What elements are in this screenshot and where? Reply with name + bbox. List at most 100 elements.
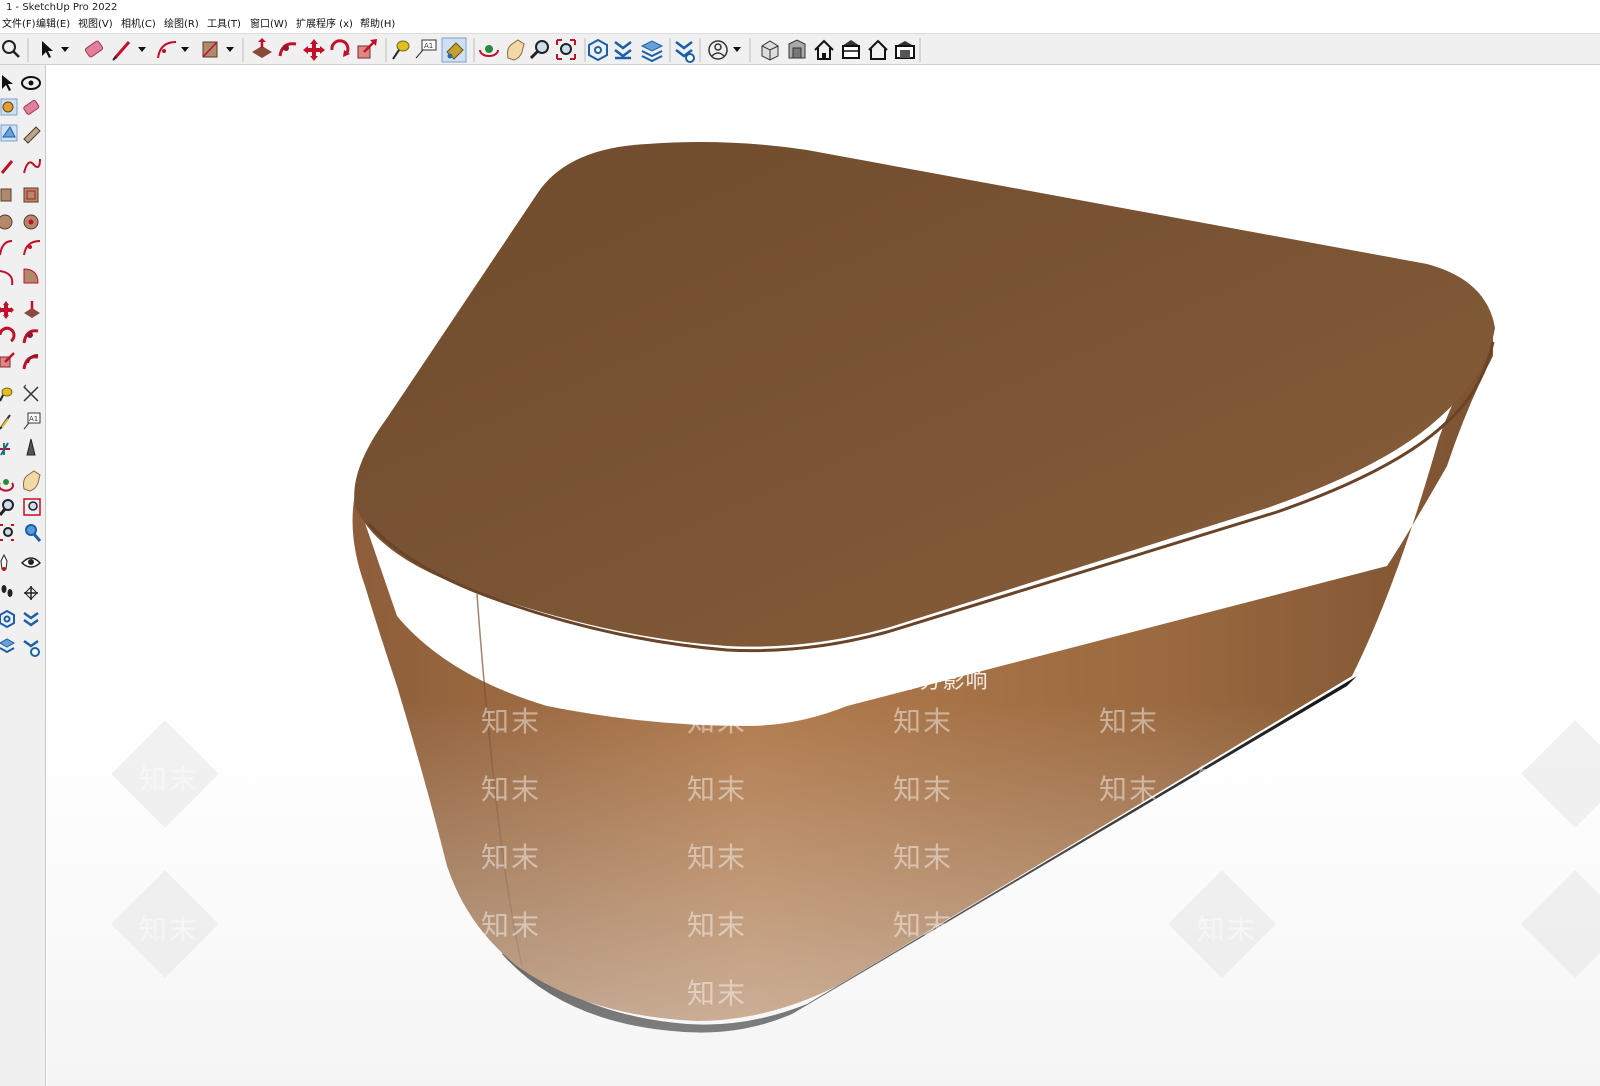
menu-draw[interactable]: 绘图(R) (164, 16, 199, 33)
follow-me-icon[interactable] (22, 329, 39, 344)
move-icon[interactable] (303, 39, 325, 61)
rectangle-icon[interactable] (0, 188, 12, 202)
zoom-icon[interactable] (2, 40, 20, 58)
watermark-text: 知末 (1099, 705, 1160, 738)
axes-icon[interactable] (0, 442, 10, 456)
rotate-icon[interactable] (330, 39, 350, 57)
account-icon[interactable] (708, 40, 728, 60)
layers-icon[interactable] (640, 40, 664, 63)
scale-icon[interactable] (0, 352, 15, 368)
watermark-fade-area (47, 700, 1600, 1086)
tag-icon[interactable] (23, 126, 41, 144)
extension-manager-icon[interactable] (675, 41, 695, 63)
arc-icon[interactable] (0, 240, 13, 256)
paint-bucket-icon[interactable] (441, 37, 467, 63)
home-view-icon[interactable] (814, 39, 834, 60)
rectangle-icon[interactable] (202, 41, 218, 58)
rotated-rectangle-icon[interactable] (23, 187, 39, 203)
house-view-icon[interactable] (868, 39, 888, 60)
menu-tools[interactable]: 工具(T) (207, 16, 241, 33)
svg-text:A1: A1 (424, 42, 433, 50)
menu-camera[interactable]: 相机(C) (121, 16, 156, 33)
materials-icon[interactable] (0, 124, 18, 142)
zoom-icon[interactable] (0, 499, 14, 516)
zoom-extents-icon[interactable] (0, 524, 14, 541)
eraser-icon[interactable] (23, 99, 40, 115)
pencil-line-icon[interactable] (112, 41, 131, 61)
walk-icon[interactable] (1, 585, 13, 597)
menu-extensions[interactable]: 扩展程序 (x) (296, 16, 353, 33)
watermark-text: 知末 (893, 705, 954, 738)
text-icon[interactable]: A1 (23, 412, 41, 430)
section-plane-icon[interactable] (0, 479, 14, 492)
svg-text:A1: A1 (29, 415, 38, 423)
select-icon[interactable] (2, 75, 13, 91)
model-viewport[interactable]: 水印保护区 画质会受到部分影响 知末 知末 知末 知末 知末 知末 知末 知末 … (47, 66, 1600, 1086)
tape-measure-icon[interactable] (0, 387, 13, 402)
watermark-text: 知末 (1197, 763, 1258, 796)
warehouse-icon[interactable] (0, 609, 15, 629)
menu-help[interactable]: 帮助(H) (360, 16, 395, 33)
watermark-text: 知末 (1197, 913, 1258, 946)
two-point-arc-icon[interactable] (0, 270, 14, 286)
iso-view-icon[interactable] (761, 40, 779, 61)
front-view-icon[interactable] (788, 39, 806, 59)
watermark-text: 知末 (481, 909, 542, 942)
warehouse-icon[interactable] (588, 38, 608, 62)
extension-icon[interactable] (614, 41, 632, 60)
previous-view-icon[interactable] (25, 524, 42, 542)
zoom-window-icon[interactable] (23, 498, 41, 516)
position-camera-icon[interactable] (0, 553, 8, 571)
paint-icon[interactable] (23, 470, 41, 492)
dropdown-icon[interactable] (226, 47, 234, 52)
large-tool-set: A1 (0, 65, 46, 1086)
push-pull-icon[interactable] (252, 38, 272, 58)
push-pull-icon[interactable] (24, 301, 40, 318)
menu-file[interactable]: 文件(F) (2, 16, 36, 33)
orbit-icon[interactable] (479, 45, 499, 57)
watermark-text: 知末 (893, 909, 954, 942)
settings-icon[interactable] (23, 639, 40, 657)
menu-edit[interactable]: 编辑(E) (36, 16, 70, 33)
rotate-icon[interactable] (0, 326, 16, 343)
polygon-icon[interactable] (23, 214, 39, 230)
menu-window[interactable]: 窗口(W) (250, 16, 288, 33)
protractor-icon[interactable] (0, 414, 11, 430)
extension-icon[interactable] (23, 611, 39, 627)
tape-measure-icon[interactable] (392, 40, 410, 60)
circle-icon[interactable] (0, 214, 13, 230)
layers-icon[interactable] (0, 638, 16, 654)
scale-icon[interactable] (357, 39, 377, 59)
menu-view[interactable]: 视图(V) (78, 16, 113, 33)
component-icon[interactable] (0, 98, 18, 116)
3d-text-icon[interactable] (26, 438, 36, 456)
back-view-icon[interactable] (895, 41, 915, 59)
pan-icon[interactable] (507, 39, 525, 61)
look-around-icon[interactable] (20, 557, 42, 568)
section-icon[interactable] (24, 586, 38, 600)
dropdown-icon[interactable] (733, 47, 741, 52)
dropdown-icon[interactable] (61, 47, 69, 52)
watermark-text: 知末 (687, 909, 748, 942)
eraser-icon[interactable] (84, 40, 104, 58)
dimension-icon[interactable] (23, 384, 39, 402)
top-view-icon[interactable] (842, 40, 860, 59)
watermark-text: 知末 (687, 773, 748, 806)
ottoman-top (354, 142, 1495, 647)
select-icon[interactable] (42, 41, 53, 58)
dropdown-icon[interactable] (138, 47, 146, 52)
line-icon[interactable] (0, 160, 14, 174)
watermark-banner: 水印保护区 画质会受到部分影响 (658, 669, 989, 694)
pie-icon[interactable] (23, 240, 41, 256)
freehand-icon[interactable] (23, 158, 41, 174)
arc-icon[interactable] (157, 41, 177, 59)
three-point-arc-icon[interactable] (23, 268, 39, 284)
zoom-extents-icon[interactable] (556, 39, 576, 60)
offset-icon[interactable] (22, 354, 39, 370)
move-icon[interactable] (0, 301, 14, 319)
text-label-icon[interactable]: A1 (415, 39, 437, 59)
dropdown-icon[interactable] (181, 47, 189, 52)
follow-me-icon[interactable] (278, 42, 297, 57)
zoom-tool-icon[interactable] (529, 40, 549, 60)
orbit-icon[interactable] (21, 76, 41, 90)
